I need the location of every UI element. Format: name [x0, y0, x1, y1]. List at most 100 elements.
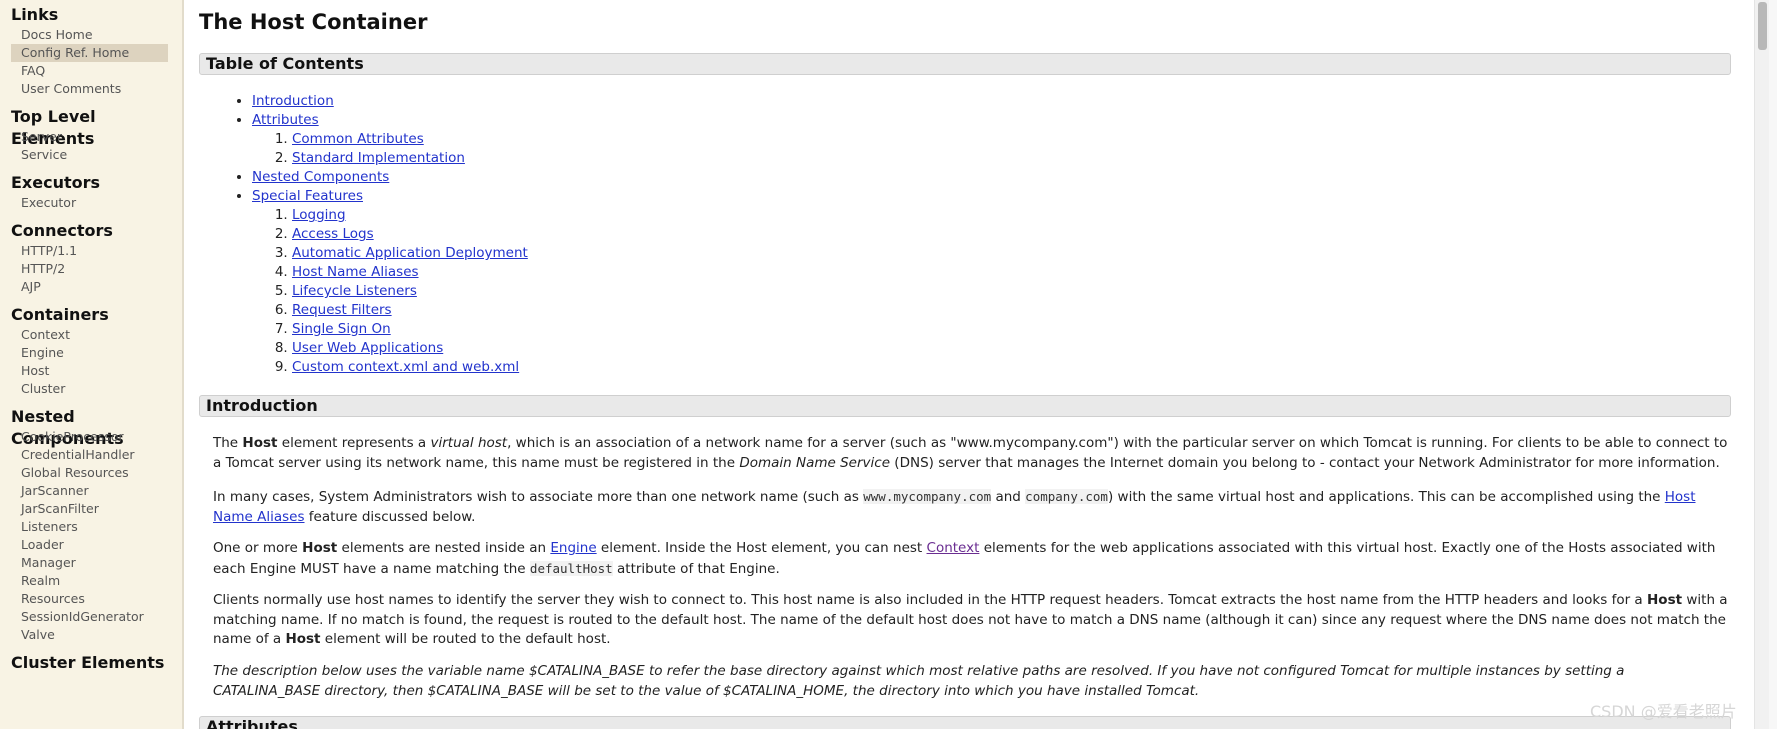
- sidebar-link[interactable]: HTTP/2: [11, 260, 168, 278]
- sidebar-link[interactable]: Context: [11, 326, 168, 344]
- toc-link-attributes[interactable]: Attributes: [252, 112, 319, 128]
- sidebar-link[interactable]: Docs Home: [11, 26, 168, 44]
- sidebar-link[interactable]: SessionIdGenerator: [11, 608, 168, 626]
- sidebar-link[interactable]: Config Ref. Home: [11, 44, 168, 62]
- vertical-scrollbar[interactable]: [1754, 0, 1770, 729]
- toc-link-single-sign-on[interactable]: Single Sign On: [292, 321, 391, 337]
- sidebar-link[interactable]: Executor: [11, 194, 168, 212]
- toc-heading: Table of Contents: [199, 53, 1731, 75]
- toc-link-nested-components[interactable]: Nested Components: [252, 169, 389, 185]
- italic-text: virtual host: [430, 435, 508, 451]
- text: ) with the same virtual host and applica…: [1107, 489, 1665, 505]
- sidebar-link[interactable]: FAQ: [11, 62, 168, 80]
- sidebar-section: Executors Executor: [0, 172, 182, 212]
- italic-note: The description below uses the variable …: [213, 663, 1625, 699]
- toc-item: Attributes Common Attributes Standard Im…: [252, 111, 528, 168]
- sidebar-link[interactable]: JarScanFilter: [11, 500, 168, 518]
- bold-text: Host: [302, 540, 338, 556]
- sidebar-heading: Connectors: [11, 221, 113, 240]
- introduction-heading: Introduction: [199, 395, 1731, 417]
- toc-link-special-features[interactable]: Special Features: [252, 188, 363, 204]
- toc-item: Introduction: [252, 92, 528, 111]
- engine-link[interactable]: Engine: [550, 540, 596, 556]
- toc-link-user-web-applications[interactable]: User Web Applications: [292, 340, 443, 356]
- sidebar-link[interactable]: AJP: [11, 278, 168, 296]
- sidebar-section: Top Level Elements Server Service: [0, 106, 182, 164]
- scroll-thumb[interactable]: [1758, 2, 1767, 50]
- attributes-heading: Attributes: [199, 716, 1731, 729]
- sidebar-link[interactable]: Resources: [11, 590, 168, 608]
- sidebar-heading: Top Level Elements: [11, 107, 96, 148]
- text: The: [213, 435, 243, 451]
- text: and: [991, 489, 1026, 505]
- toc-subitem: Host Name Aliases: [292, 263, 528, 282]
- toc-subitem: Lifecycle Listeners: [292, 282, 528, 301]
- sidebar-section: Nested Components CookieProcessor Credenti…: [0, 406, 182, 644]
- sidebar-link[interactable]: Listeners: [11, 518, 168, 536]
- text: Clients normally use host names to ident…: [213, 592, 1647, 608]
- intro-paragraph-5: The description below uses the variable …: [213, 662, 1731, 701]
- toc-item: Special Features Logging Access Logs Aut…: [252, 187, 528, 377]
- sidebar-link[interactable]: CookieProcessor: [11, 428, 168, 446]
- intro-paragraph-1: The Host element represents a virtual ho…: [213, 434, 1731, 473]
- sidebar-heading: Cluster Elements: [11, 653, 165, 672]
- text: element. Inside the Host element, you ca…: [596, 540, 927, 556]
- text: feature discussed below.: [304, 508, 476, 525]
- sidebar-link[interactable]: Loader: [11, 536, 168, 554]
- toc-link-common-attributes[interactable]: Common Attributes: [292, 131, 424, 147]
- toc-link-standard-implementation[interactable]: Standard Implementation: [292, 150, 465, 166]
- sidebar-link[interactable]: CredentialHandler: [11, 446, 168, 464]
- watermark: CSDN @爱看老照片: [1590, 702, 1737, 721]
- toc-subitem: Single Sign On: [292, 320, 528, 339]
- context-link[interactable]: Context: [927, 540, 980, 556]
- text: In many cases, System Administrators wis…: [213, 489, 864, 505]
- toc-link-lifecycle-listeners[interactable]: Lifecycle Listeners: [292, 283, 417, 299]
- sidebar-link[interactable]: Cluster: [11, 380, 168, 398]
- sidebar-link[interactable]: HTTP/1.1: [11, 242, 168, 260]
- window-edge: [1769, 0, 1777, 729]
- code-text: www.mycompany.com: [863, 489, 992, 504]
- toc-subitem: Access Logs: [292, 225, 528, 244]
- toc-subitem: Request Filters: [292, 301, 528, 320]
- toc-subitem: Automatic Application Deployment: [292, 244, 528, 263]
- text: (DNS) server that manages the Internet d…: [890, 454, 1720, 471]
- sidebar-link[interactable]: Global Resources: [11, 464, 168, 482]
- sidebar-link[interactable]: Realm: [11, 572, 168, 590]
- text: One or more: [213, 540, 303, 556]
- sidebar-section: Cluster Elements: [0, 652, 182, 674]
- bold-text: Host: [1647, 592, 1683, 608]
- sidebar-heading: Executors: [11, 173, 101, 192]
- toc-link-access-logs[interactable]: Access Logs: [292, 226, 374, 242]
- toc-item: Nested Components: [252, 168, 528, 187]
- sidebar-link[interactable]: Valve: [11, 626, 168, 644]
- sidebar-link[interactable]: User Comments: [11, 80, 168, 98]
- toc-subitem: Logging: [292, 206, 528, 225]
- bold-text: Host: [285, 631, 321, 647]
- sidebar-section: Links Docs Home Config Ref. Home FAQ User Co…: [0, 4, 182, 98]
- toc-link-introduction[interactable]: Introduction: [252, 93, 334, 109]
- text: element represents a: [277, 435, 431, 451]
- sidebar-link[interactable]: Manager: [11, 554, 168, 572]
- sidebar-link[interactable]: Host: [11, 362, 168, 380]
- intro-paragraph-2: In many cases, System Administrators wis…: [213, 487, 1731, 527]
- toc-link-host-name-aliases[interactable]: Host Name Aliases: [292, 264, 419, 280]
- sidebar-heading: Containers: [11, 305, 109, 324]
- toc-link-custom-context[interactable]: Custom context.xml and web.xml: [292, 359, 519, 375]
- intro-paragraph-3: One or more Host elements are nested ins…: [213, 539, 1731, 579]
- toc-link-auto-deployment[interactable]: Automatic Application Deployment: [292, 245, 528, 261]
- sidebar-link[interactable]: JarScanner: [11, 482, 168, 500]
- toc-link-logging[interactable]: Logging: [292, 207, 346, 223]
- code-text: defaultHost: [529, 560, 613, 576]
- toc-subitem: User Web Applications: [292, 339, 528, 358]
- toc-subitem: Common Attributes: [292, 130, 528, 149]
- toc-link-request-filters[interactable]: Request Filters: [292, 302, 392, 318]
- table-of-contents: Introduction Attributes Common Attribute…: [199, 92, 528, 377]
- text: attribute of that Engine.: [612, 560, 780, 577]
- intro-paragraph-4: Clients normally use host names to ident…: [213, 591, 1731, 650]
- sidebar-section: Connectors HTTP/1.1 HTTP/2 AJP: [0, 220, 182, 296]
- sidebar-heading: Links: [11, 5, 59, 24]
- sidebar-link[interactable]: Engine: [11, 344, 168, 362]
- toc-subitem: Standard Implementation: [292, 149, 528, 168]
- italic-text: Domain Name Service: [739, 454, 891, 471]
- page-title: The Host Container: [199, 10, 428, 34]
